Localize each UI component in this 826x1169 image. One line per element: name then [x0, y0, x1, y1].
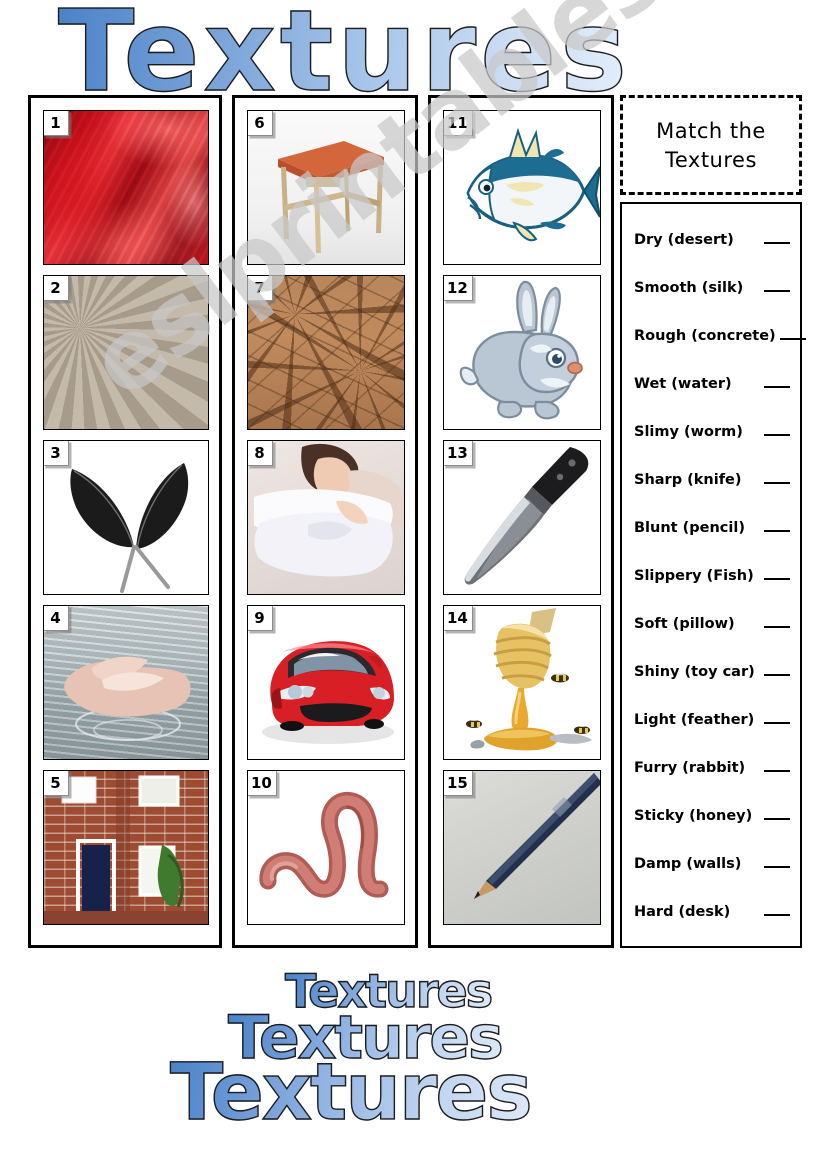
picture-cell-15[interactable]: 15	[443, 770, 601, 925]
answer-blank[interactable]	[752, 818, 790, 820]
answer-label: Shiny (toy car)	[634, 664, 755, 680]
answer-blank[interactable]	[745, 770, 790, 772]
answer-blank[interactable]	[730, 914, 790, 916]
answer-label: Furry (rabbit)	[634, 760, 746, 776]
picture-cell-13[interactable]: 13	[443, 440, 601, 595]
answer-label: Slimy (worm)	[634, 424, 743, 440]
worksheet-page: Textures eslprintables.com 1 2	[0, 0, 826, 1169]
answer-row[interactable]: Rough (concrete)	[622, 328, 806, 376]
picture-number-badge: 3	[44, 441, 69, 466]
answer-list-box: Dry (desert) Smooth (silk) Rough (concre…	[620, 202, 806, 948]
answer-blank[interactable]	[776, 338, 806, 340]
answer-row[interactable]: Wet (water)	[622, 376, 800, 424]
answer-row[interactable]: Shiny (toy car)	[622, 664, 800, 712]
image-column-2: 6 7 8 9 10	[232, 95, 418, 948]
answer-row[interactable]: Sticky (honey)	[622, 808, 800, 856]
picture-cell-1[interactable]: 1	[43, 110, 209, 265]
picture-number-badge: 15	[444, 771, 473, 796]
answer-row[interactable]: Hard (desk)	[622, 904, 800, 952]
answer-row[interactable]: Furry (rabbit)	[622, 760, 800, 808]
answer-row[interactable]: Blunt (pencil)	[622, 520, 800, 568]
picture-number-badge: 5	[44, 771, 69, 796]
footer-title-large: Textures	[169, 1053, 533, 1132]
answer-label: Wet (water)	[634, 376, 732, 392]
image-column-3: 11 12 13 14 15	[428, 95, 614, 948]
answer-row[interactable]: Slimy (worm)	[622, 424, 800, 472]
picture-number-badge: 8	[248, 441, 273, 466]
answer-label: Blunt (pencil)	[634, 520, 745, 536]
picture-cell-4[interactable]: 4	[43, 605, 209, 760]
answer-blank[interactable]	[735, 626, 790, 628]
answer-label: Soft (pillow)	[634, 616, 735, 632]
answer-label: Light (feather)	[634, 712, 755, 728]
answer-label: Smooth (silk)	[634, 280, 744, 296]
picture-cell-14[interactable]: 14	[443, 605, 601, 760]
answer-blank[interactable]	[741, 866, 790, 868]
picture-cell-6[interactable]: 6	[247, 110, 405, 265]
match-instruction-box: Match the Textures	[620, 95, 802, 195]
answer-blank[interactable]	[743, 434, 790, 436]
page-title-text: Textures	[57, 0, 631, 117]
match-instruction-line-2: Textures	[665, 147, 757, 172]
answer-row[interactable]: Smooth (silk)	[622, 280, 800, 328]
answer-row[interactable]: Soft (pillow)	[622, 616, 800, 664]
answer-blank[interactable]	[755, 674, 790, 676]
answer-blank[interactable]	[745, 530, 790, 532]
answer-label: Rough (concrete)	[634, 328, 776, 344]
picture-cell-8[interactable]: 8	[247, 440, 405, 595]
picture-number-badge: 13	[444, 441, 473, 466]
answer-row[interactable]: Light (feather)	[622, 712, 800, 760]
picture-number-badge: 9	[248, 606, 273, 631]
match-instruction-line-1: Match the	[656, 118, 766, 143]
answer-blank[interactable]	[741, 482, 790, 484]
picture-cell-9[interactable]: 9	[247, 605, 405, 760]
picture-cell-2[interactable]: 2	[43, 275, 209, 430]
answer-label: Damp (walls)	[634, 856, 742, 872]
footer-title-large-text: Textures	[169, 1048, 533, 1138]
picture-number-badge: 4	[44, 606, 69, 631]
answer-row[interactable]: Dry (desert)	[622, 232, 800, 280]
answer-label: Hard (desk)	[634, 904, 731, 920]
picture-cell-12[interactable]: 12	[443, 275, 601, 430]
answer-label: Sharp (knife)	[634, 472, 742, 488]
answer-label: Slippery (Fish)	[634, 568, 754, 584]
picture-number-badge: 12	[444, 276, 473, 301]
answer-label: Sticky (honey)	[634, 808, 753, 824]
picture-cell-11[interactable]: 11	[443, 110, 601, 265]
image-column-1: 1 2 3 4 5	[28, 95, 222, 948]
answer-blank[interactable]	[743, 290, 790, 292]
answer-label: Dry (desert)	[634, 232, 734, 248]
picture-cell-5[interactable]: 5	[43, 770, 209, 925]
picture-number-badge: 2	[44, 276, 69, 301]
answer-row[interactable]: Slippery (Fish)	[622, 568, 800, 616]
answer-row[interactable]: Damp (walls)	[622, 856, 800, 904]
picture-cell-7[interactable]: 7	[247, 275, 405, 430]
answer-blank[interactable]	[734, 242, 790, 244]
answer-row[interactable]: Sharp (knife)	[622, 472, 800, 520]
picture-number-badge: 7	[248, 276, 273, 301]
picture-number-badge: 14	[444, 606, 473, 631]
picture-number-badge: 10	[248, 771, 277, 796]
picture-cell-10[interactable]: 10	[247, 770, 405, 925]
page-title: Textures	[57, 0, 631, 109]
picture-cell-3[interactable]: 3	[43, 440, 209, 595]
answer-blank[interactable]	[754, 578, 790, 580]
answer-blank[interactable]	[732, 386, 790, 388]
answer-blank[interactable]	[754, 722, 790, 724]
